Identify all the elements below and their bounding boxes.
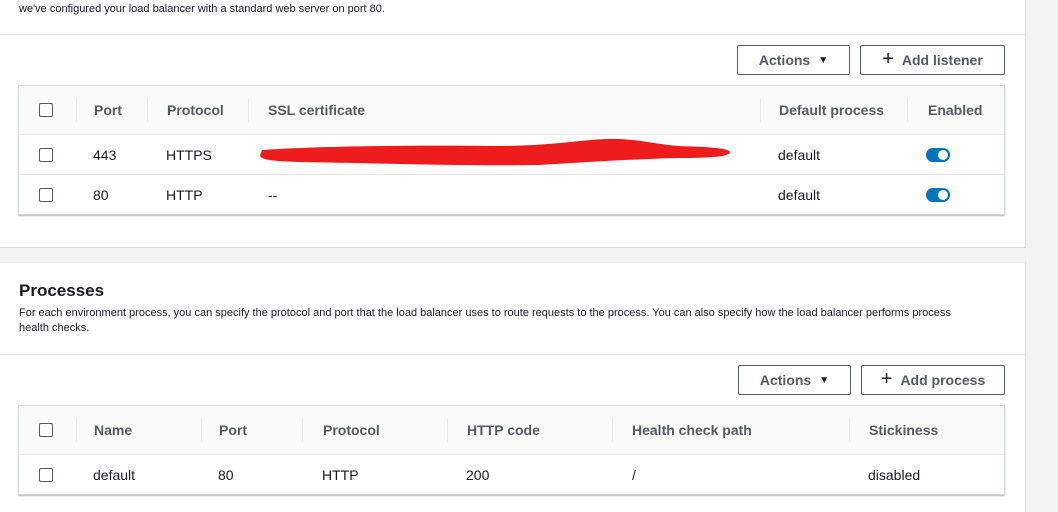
table-row: default 80 HTTP 200 / disabled [19,455,1004,495]
listener-ssl-certificate: -- [268,187,278,203]
redaction-mark [260,138,730,166]
plus-icon: + [882,48,894,70]
column-separator [248,98,249,122]
listener-default-process: default [778,187,821,203]
column-header-protocol[interactable]: Protocol [323,422,380,438]
column-separator [907,98,908,122]
listeners-intro-text: we've configured your load balancer with… [19,3,385,15]
add-listener-label: Add listener [901,52,983,68]
column-header-port[interactable]: Port [94,102,122,118]
column-separator [302,418,303,442]
add-listener-button[interactable]: + Add listener [860,45,1005,75]
table-header-row: Name Port Protocol HTTP code Health chec… [19,406,1004,455]
listeners-actions-button[interactable]: Actions ▼ [737,45,850,75]
table-header-row: Port Protocol SSL certificate Default pr… [19,86,1004,135]
caret-down-icon: ▼ [819,374,830,386]
caret-down-icon: ▼ [818,54,829,66]
listeners-panel: we've configured your load balancer with… [0,0,1026,248]
processes-description: For each environment process, you can sp… [19,307,951,334]
column-header-port[interactable]: Port [219,422,247,438]
row-checkbox[interactable] [39,468,53,482]
row-checkbox[interactable] [39,188,53,202]
column-header-enabled[interactable]: Enabled [928,102,982,118]
listener-protocol: HTTPS [166,146,212,163]
column-header-health-check-path[interactable]: Health check path [632,422,752,438]
column-separator [849,418,850,442]
process-stickiness: disabled [868,467,921,483]
processes-table: Name Port Protocol HTTP code Health chec… [18,405,1005,495]
select-all-checkbox[interactable] [39,423,53,437]
plus-icon: + [880,368,893,390]
column-header-stickiness[interactable]: Stickiness [869,422,938,438]
listener-port: 443 [93,146,117,163]
column-header-ssl-certificate[interactable]: SSL certificate [268,102,365,118]
column-separator [760,98,761,122]
listener-port: 80 [93,187,109,203]
enabled-toggle[interactable] [926,147,950,162]
process-name: default [93,467,136,483]
process-http-code: 200 [466,467,490,483]
processes-actions-button[interactable]: Actions ▼ [738,365,851,395]
column-separator [201,418,202,442]
column-separator [612,418,613,442]
row-checkbox[interactable] [39,147,53,162]
column-separator [76,418,77,442]
add-process-button[interactable]: + Add process [861,365,1005,395]
processes-title: Processes [19,281,105,300]
actions-label: Actions [758,52,811,68]
column-separator [76,98,77,122]
process-protocol: HTTP [322,467,359,483]
column-header-http-code[interactable]: HTTP code [467,422,540,438]
column-separator [447,418,448,442]
column-header-default-process[interactable]: Default process [779,102,884,118]
enabled-toggle[interactable] [926,188,950,202]
column-header-name[interactable]: Name [94,422,132,438]
add-process-label: Add process [900,372,986,388]
listener-default-process: default [778,146,821,163]
actions-label: Actions [759,372,812,388]
listener-protocol: HTTP [166,187,203,203]
column-separator [147,98,148,122]
select-all-checkbox[interactable] [39,103,53,117]
column-header-protocol[interactable]: Protocol [167,102,224,118]
divider [0,34,1025,35]
divider [0,354,1025,355]
process-health-check-path: / [632,467,636,483]
table-row: 80 HTTP -- default [19,175,1004,215]
process-port: 80 [218,467,234,483]
